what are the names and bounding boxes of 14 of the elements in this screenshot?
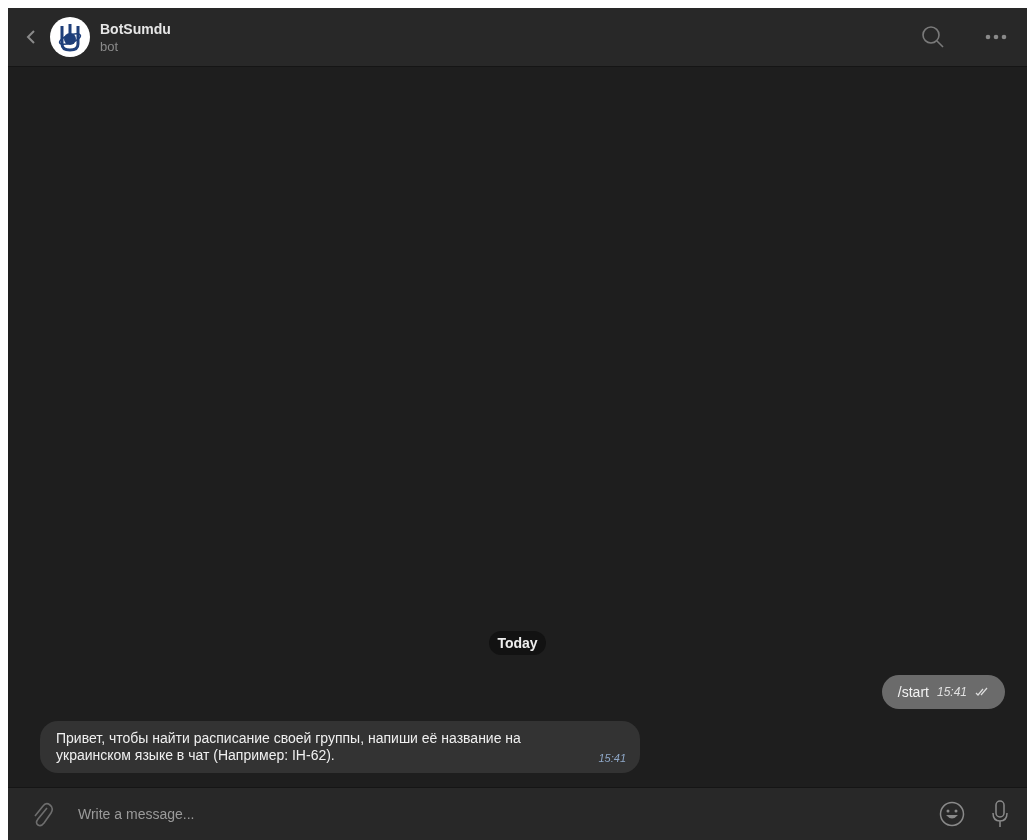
message-time: 15:41 [598, 752, 626, 764]
search-icon[interactable] [921, 25, 945, 49]
chat-status: bot [100, 38, 120, 54]
avatar-icon[interactable] [50, 17, 90, 57]
message-text: Привет, чтобы найти расписание своей группы, напиши её название на украинском языке в чат (Например: ІН-62). [56, 730, 522, 764]
date-badge: Today [489, 631, 546, 655]
smiley-icon[interactable] [939, 801, 965, 827]
back-icon[interactable] [26, 29, 36, 45]
microphone-icon[interactable] [991, 800, 1009, 828]
more-icon[interactable] [985, 34, 1007, 40]
message-time: 15:41 [936, 685, 967, 699]
chat-title: BotSumdu [100, 20, 172, 37]
message-input[interactable]: Write a message... [76, 805, 917, 823]
message-text: /start [897, 684, 929, 700]
